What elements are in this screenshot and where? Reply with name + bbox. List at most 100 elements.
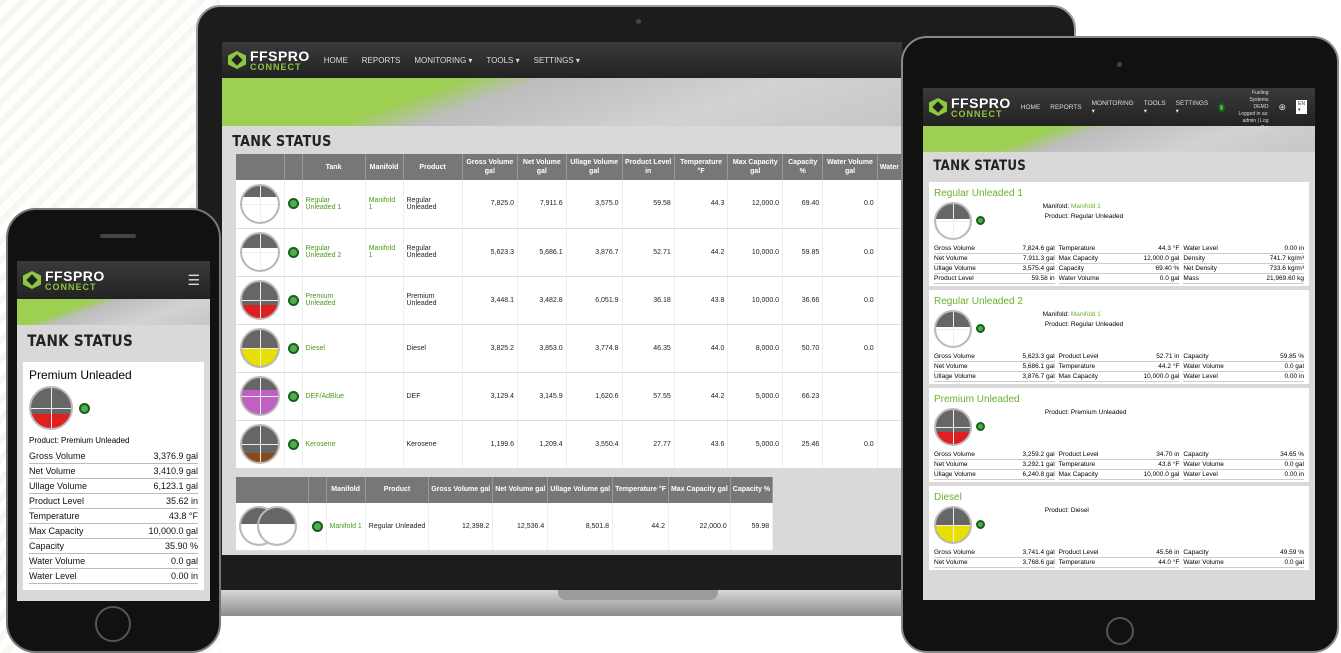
table-row[interactable]: Kerosene Kerosene 1,199.6 1,209.4 3,550.… bbox=[236, 420, 902, 469]
nav-reports[interactable]: REPORTS bbox=[362, 56, 401, 65]
status-ok-icon bbox=[976, 520, 985, 529]
language-select[interactable]: EN ▾ bbox=[1296, 100, 1307, 114]
product-level-cell: 52.71 bbox=[622, 228, 675, 277]
manifold-link[interactable] bbox=[365, 324, 404, 373]
product-cell: Regular Unleaded bbox=[403, 180, 463, 229]
stat-label: Max Capacity bbox=[29, 526, 84, 536]
stat-label: Temperature bbox=[1058, 461, 1096, 468]
manifold-link[interactable] bbox=[365, 372, 404, 421]
table-row[interactable]: DEF/AdBlue DEF 3,129.4 3,145.9 1,620.6 5… bbox=[236, 372, 902, 421]
stat-cell: Density 741.7 kg/m³ bbox=[1183, 254, 1304, 264]
manifold-link[interactable] bbox=[365, 420, 404, 469]
column-header: Capacity % bbox=[730, 476, 774, 503]
column-header: Gross Volume gal bbox=[428, 476, 494, 503]
tank-name-link[interactable]: Premium Unleaded bbox=[302, 276, 366, 325]
ullage-volume-cell: 1,620.6 bbox=[566, 372, 623, 421]
stat-cell: Gross Volume 3,259.2 gal bbox=[934, 450, 1055, 460]
brand-logo[interactable]: FFSPRO CONNECT bbox=[228, 49, 310, 72]
product-value: Regular Unleaded bbox=[1070, 321, 1124, 328]
logout-link[interactable]: Logged in as: admin | Log Out bbox=[1235, 111, 1268, 132]
stat-label: Water Level bbox=[1183, 245, 1218, 252]
nav-monitoring[interactable]: MONITORING ▾ bbox=[414, 56, 472, 65]
stat-label: Net Volume bbox=[934, 559, 968, 566]
capacity-cell: 66.23 bbox=[782, 372, 824, 421]
stat-label: Net Volume bbox=[934, 255, 968, 262]
nav-settings[interactable]: SETTINGS ▾ bbox=[534, 56, 580, 65]
manifold-link[interactable]: Manifold 1 bbox=[326, 502, 366, 551]
tablet-brand-logo[interactable]: FFSPRO CONNECT bbox=[929, 96, 1011, 119]
table-row[interactable]: Regular Unleaded 1 Manifold 1 Regular Un… bbox=[236, 180, 902, 229]
tank-card-title[interactable]: Diesel bbox=[934, 492, 1304, 503]
stat-value: 21,969.60 kg bbox=[1266, 275, 1304, 282]
tank-name-link[interactable]: Regular Unleaded 2 bbox=[302, 228, 366, 277]
stat-label: Temperature bbox=[1058, 559, 1096, 566]
tank-card-title[interactable]: Regular Unleaded 2 bbox=[934, 296, 1304, 307]
stat-cell: Temperature 44.2 °F bbox=[1058, 362, 1180, 372]
stat-value: 3,741.4 gal bbox=[1022, 549, 1055, 556]
stat-label: Capacity bbox=[1183, 451, 1209, 458]
manifold-link[interactable] bbox=[365, 276, 404, 325]
nav-home[interactable]: HOME bbox=[1021, 104, 1041, 111]
phone-home-button[interactable] bbox=[95, 606, 131, 642]
manifold-link[interactable]: Manifold 1 bbox=[1071, 203, 1101, 210]
tank-card-title[interactable]: Regular Unleaded 1 bbox=[934, 188, 1304, 199]
tank-name-link[interactable]: Regular Unleaded 1 bbox=[302, 180, 366, 229]
phone-page-title: TANK STATUS bbox=[27, 331, 134, 350]
stat-label: Ullage Volume bbox=[29, 481, 88, 491]
stat-cell: Capacity 69.40 % bbox=[1058, 264, 1180, 274]
nav-tools[interactable]: TOOLS ▾ bbox=[486, 56, 519, 65]
nav-settings[interactable]: SETTINGS ▾ bbox=[1176, 100, 1209, 115]
phone-brand-logo[interactable]: FFSPRO CONNECT bbox=[23, 269, 105, 292]
tablet-home-button[interactable] bbox=[1106, 617, 1134, 645]
hamburger-menu-icon[interactable]: ☰ bbox=[187, 272, 200, 289]
nav-reports[interactable]: REPORTS bbox=[1050, 104, 1081, 111]
ullage-volume-cell: 3,550.4 bbox=[566, 420, 623, 469]
water-volume-cell: 0.0 bbox=[822, 420, 878, 469]
phone-navbar: FFSPRO CONNECT ☰ bbox=[17, 261, 210, 299]
stat-cell: Capacity 34.65 % bbox=[1183, 450, 1304, 460]
stat-value: 6,240.8 gal bbox=[1022, 471, 1055, 478]
tank-name-link[interactable]: Diesel bbox=[302, 324, 366, 373]
globe-icon[interactable]: ⊕ bbox=[1279, 102, 1287, 113]
manifold-link[interactable]: Manifold 1 bbox=[1071, 311, 1101, 318]
ullage-volume-cell: 8,501.8 bbox=[547, 502, 614, 551]
stat-cell: Ullage Volume 3,876.7 gal bbox=[934, 372, 1055, 382]
column-header: Gross Volume gal bbox=[462, 154, 519, 180]
manifold-link[interactable]: Manifold 1 bbox=[365, 228, 404, 277]
column-header: Water Volume gal bbox=[822, 154, 878, 180]
stat-value: 7,824.6 gal bbox=[1022, 245, 1055, 252]
stat-value: 0.0 gal bbox=[1159, 275, 1180, 282]
nav-home[interactable]: HOME bbox=[324, 56, 348, 65]
manifold-link[interactable]: Manifold 1 bbox=[365, 180, 404, 229]
max-capacity-cell: 22,000.0 bbox=[668, 502, 731, 551]
column-header: Manifold bbox=[365, 154, 404, 180]
phone-tank-card: Premium Unleaded Product: Premium Unlead… bbox=[23, 362, 204, 590]
temperature-cell: 44.2 bbox=[674, 372, 729, 421]
stat-cell: Max Capacity 12,000.0 gal bbox=[1058, 254, 1180, 264]
stat-cell: Gross Volume 3,741.4 gal bbox=[934, 548, 1055, 558]
column-header: Temperature °F bbox=[612, 476, 669, 503]
tank-name-link[interactable]: Kerosene bbox=[302, 420, 366, 469]
stat-value: 3,410.9 gal bbox=[153, 466, 198, 476]
stat-cell: Max Capacity 10,000.0 gal bbox=[1058, 372, 1180, 382]
phone-banner bbox=[17, 299, 210, 325]
max-capacity-cell: 10,000.0 bbox=[727, 276, 784, 325]
stat-cell: Net Density 733.6 kg/m³ bbox=[1183, 264, 1304, 274]
tank-name-link[interactable]: DEF/AdBlue bbox=[302, 372, 366, 421]
table-row[interactable]: Regular Unleaded 2 Manifold 1 Regular Un… bbox=[236, 228, 902, 277]
stat-value: 0.00 in bbox=[170, 571, 198, 581]
stat-value: 35.90 % bbox=[164, 541, 198, 551]
net-volume-cell: 1,209.4 bbox=[517, 420, 567, 469]
temperature-cell: 44.3 bbox=[674, 180, 729, 229]
temperature-cell: 44.0 bbox=[674, 324, 729, 373]
product-value: Diesel bbox=[1070, 507, 1089, 514]
header-banner bbox=[222, 78, 902, 126]
table-row[interactable]: Premium Unleaded Premium Unleaded 3,448.… bbox=[236, 276, 902, 325]
table-row[interactable]: Diesel Diesel 3,825.2 3,853.0 3,774.8 46… bbox=[236, 324, 902, 373]
nav-monitoring[interactable]: MONITORING ▾ bbox=[1092, 100, 1134, 115]
nav-tools[interactable]: TOOLS ▾ bbox=[1144, 100, 1166, 115]
tank-card-title[interactable]: Premium Unleaded bbox=[934, 394, 1304, 405]
manifold-row[interactable]: Manifold 1 Regular Unleaded 12,398.2 12,… bbox=[236, 502, 774, 551]
temperature-cell: 44.2 bbox=[612, 502, 669, 551]
stat-label: Ullage Volume bbox=[934, 265, 976, 272]
